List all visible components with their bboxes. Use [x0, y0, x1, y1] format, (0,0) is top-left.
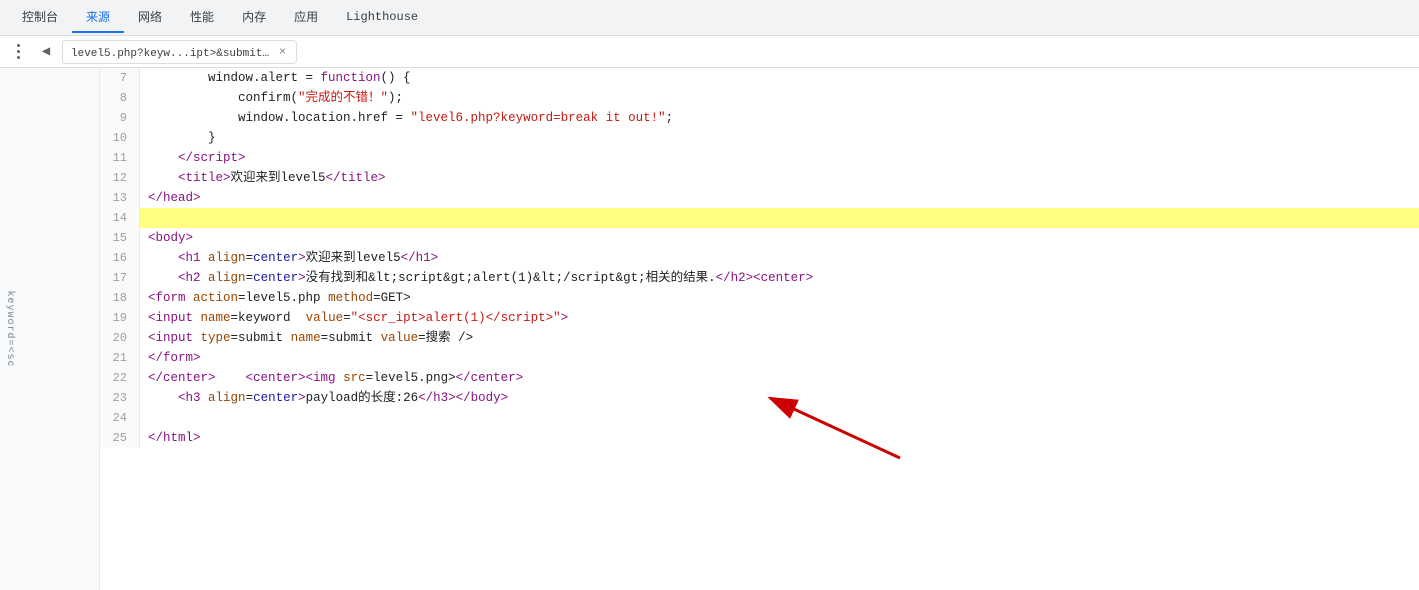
- line-number: 16: [100, 248, 140, 268]
- table-row: 12 <title>欢迎来到level5</title>: [100, 168, 1419, 188]
- line-content: <input type=submit name=submit value=搜索 …: [140, 328, 1419, 348]
- line-content: <form action=level5.php method=GET>: [140, 288, 1419, 308]
- table-row: 8 confirm("完成的不错！");: [100, 88, 1419, 108]
- line-content: window.alert = function() {: [140, 68, 1419, 88]
- line-number: 11: [100, 148, 140, 168]
- table-row: 13</head>: [100, 188, 1419, 208]
- code-container: keyword=<sc 7 window.alert = function() …: [0, 68, 1419, 590]
- line-number: 18: [100, 288, 140, 308]
- line-content: <h1 align=center>欢迎来到level5</h1>: [140, 248, 1419, 268]
- line-number: 9: [100, 108, 140, 128]
- line-content: </center> <center><img src=level5.png></…: [140, 368, 1419, 388]
- table-row: 16 <h1 align=center>欢迎来到level5</h1>: [100, 248, 1419, 268]
- line-content: </form>: [140, 348, 1419, 368]
- nav-tab-network[interactable]: 网络: [124, 2, 176, 33]
- table-row: 15<body>: [100, 228, 1419, 248]
- line-content: window.location.href = "level6.php?keywo…: [140, 108, 1419, 128]
- file-tab[interactable]: level5.php?keyw...ipt>&submit=搜索 ×: [62, 40, 297, 64]
- nav-tab-console[interactable]: 控制台: [8, 2, 72, 33]
- line-number: 13: [100, 188, 140, 208]
- more-options-button[interactable]: [6, 40, 30, 64]
- table-row: 11 </script>: [100, 148, 1419, 168]
- line-content: <h3 align=center>payload的长度:26</h3></bod…: [140, 388, 1419, 408]
- line-number: 12: [100, 168, 140, 188]
- line-number: 15: [100, 228, 140, 248]
- line-number: 21: [100, 348, 140, 368]
- line-content: <input name=keyword value="<scr_ipt>aler…: [140, 308, 1419, 328]
- line-content: }: [140, 128, 1419, 148]
- table-row: 18<form action=level5.php method=GET>: [100, 288, 1419, 308]
- line-content: [140, 408, 1419, 428]
- table-row: 14: [100, 208, 1419, 228]
- line-number: 23: [100, 388, 140, 408]
- code-editor[interactable]: 7 window.alert = function() {8 confirm("…: [100, 68, 1419, 590]
- table-row: 17 <h2 align=center>没有找到和&lt;script&gt;a…: [100, 268, 1419, 288]
- line-number: 14: [100, 208, 140, 228]
- line-content: </html>: [140, 428, 1419, 448]
- line-content: <title>欢迎来到level5</title>: [140, 168, 1419, 188]
- table-row: 21</form>: [100, 348, 1419, 368]
- back-button[interactable]: ◀: [34, 40, 58, 64]
- line-number: 20: [100, 328, 140, 348]
- file-tab-close[interactable]: ×: [277, 43, 288, 61]
- line-content: confirm("完成的不错！");: [140, 88, 1419, 108]
- top-nav: 控制台来源网络性能内存应用Lighthouse: [0, 0, 1419, 36]
- table-row: 19<input name=keyword value="<scr_ipt>al…: [100, 308, 1419, 328]
- left-sidebar: keyword=<sc: [0, 68, 100, 590]
- line-number: 17: [100, 268, 140, 288]
- table-row: 23 <h3 align=center>payload的长度:26</h3></…: [100, 388, 1419, 408]
- line-number: 25: [100, 428, 140, 448]
- table-row: 7 window.alert = function() {: [100, 68, 1419, 88]
- nav-tab-application[interactable]: 应用: [280, 2, 332, 33]
- table-row: 10 }: [100, 128, 1419, 148]
- table-row: 20<input type=submit name=submit value=搜…: [100, 328, 1419, 348]
- nav-tab-sources[interactable]: 来源: [72, 2, 124, 33]
- line-content: </script>: [140, 148, 1419, 168]
- line-number: 22: [100, 368, 140, 388]
- line-number: 8: [100, 88, 140, 108]
- secondary-bar: ◀ level5.php?keyw...ipt>&submit=搜索 ×: [0, 36, 1419, 68]
- line-content: </head>: [140, 188, 1419, 208]
- line-number: 7: [100, 68, 140, 88]
- line-number: 24: [100, 408, 140, 428]
- table-row: 9 window.location.href = "level6.php?key…: [100, 108, 1419, 128]
- line-content: <body>: [140, 228, 1419, 248]
- line-number: 10: [100, 128, 140, 148]
- line-number: 19: [100, 308, 140, 328]
- nav-tab-memory[interactable]: 内存: [228, 2, 280, 33]
- nav-tab-performance[interactable]: 性能: [176, 2, 228, 33]
- sidebar-label: keyword=<sc: [4, 290, 15, 367]
- table-row: 25</html>: [100, 428, 1419, 448]
- file-tab-url: level5.php?keyw...ipt>&submit=搜索: [71, 44, 271, 60]
- line-content: <h2 align=center>没有找到和&lt;script&gt;aler…: [140, 268, 1419, 288]
- table-row: 22</center> <center><img src=level5.png>…: [100, 368, 1419, 388]
- table-row: 24: [100, 408, 1419, 428]
- nav-tab-lighthouse[interactable]: Lighthouse: [332, 4, 432, 32]
- line-content: [140, 208, 1419, 228]
